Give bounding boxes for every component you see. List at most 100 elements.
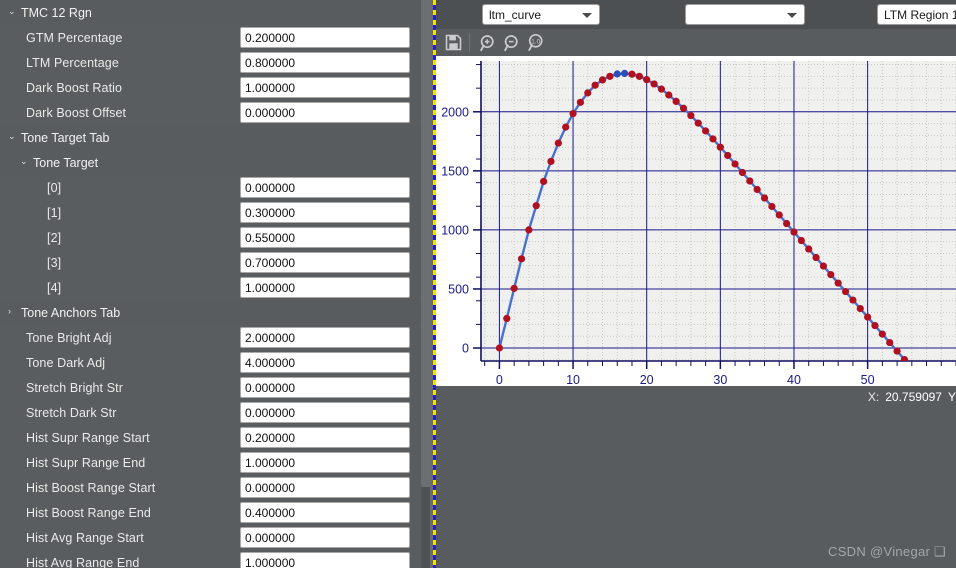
data-point-marker[interactable] (673, 98, 680, 105)
zoom-reset-button[interactable]: 1.0 (525, 31, 548, 54)
data-point-marker[interactable] (562, 124, 569, 131)
data-point-marker[interactable] (496, 344, 503, 351)
chevron-right-icon[interactable]: › (8, 307, 21, 316)
data-point-marker[interactable] (569, 110, 576, 117)
data-point-marker[interactable] (724, 152, 731, 159)
region-select[interactable]: LTM Region 1 (877, 4, 956, 25)
zoom-out-button[interactable] (500, 31, 523, 54)
secondary-select[interactable] (685, 4, 805, 25)
data-point-marker[interactable] (555, 139, 562, 146)
data-point-marker[interactable] (577, 99, 584, 106)
property-value-input[interactable] (240, 477, 410, 498)
data-point-marker[interactable] (621, 70, 628, 77)
data-point-marker[interactable] (849, 296, 856, 303)
data-point-marker[interactable] (739, 169, 746, 176)
data-point-marker[interactable] (680, 105, 687, 112)
data-point-marker[interactable] (592, 82, 599, 89)
data-point-marker[interactable] (709, 135, 716, 142)
data-point-marker[interactable] (540, 178, 547, 185)
data-point-marker[interactable] (893, 347, 900, 354)
property-value-input[interactable] (240, 427, 410, 448)
property-value-input[interactable] (240, 352, 410, 373)
property-panel: ⌄TMC 12 RgnGTM PercentageLTM PercentageD… (0, 0, 427, 568)
chevron-down-icon[interactable]: ⌄ (8, 7, 21, 16)
property-value-input[interactable] (240, 202, 410, 223)
property-value-input[interactable] (240, 552, 410, 568)
save-button[interactable] (442, 31, 465, 54)
property-value-input[interactable] (240, 177, 410, 198)
data-point-marker[interactable] (812, 254, 819, 261)
data-point-marker[interactable] (871, 322, 878, 329)
data-point-marker[interactable] (857, 305, 864, 312)
data-point-marker[interactable] (533, 202, 540, 209)
data-point-marker[interactable] (776, 211, 783, 218)
data-point-marker[interactable] (695, 120, 702, 127)
tree-group-row[interactable]: ⌄Tone Target Tab (0, 125, 427, 150)
data-point-marker[interactable] (614, 70, 621, 77)
data-point-marker[interactable] (835, 279, 842, 286)
property-value-input[interactable] (240, 377, 410, 398)
data-point-marker[interactable] (606, 73, 613, 80)
data-point-marker[interactable] (864, 313, 871, 320)
property-value-input[interactable] (240, 227, 410, 248)
data-point-marker[interactable] (879, 330, 886, 337)
chevron-down-icon[interactable]: ⌄ (20, 157, 33, 166)
data-point-marker[interactable] (768, 203, 775, 210)
tree-group-row[interactable]: ⌄Tone Target (0, 150, 427, 175)
data-point-marker[interactable] (503, 315, 510, 322)
plot-canvas[interactable]: 010203040500500100015002000 (436, 56, 956, 386)
property-value-input[interactable] (240, 27, 410, 48)
data-point-marker[interactable] (636, 73, 643, 80)
data-point-marker[interactable] (702, 127, 709, 134)
property-value-input[interactable] (240, 52, 410, 73)
curve-select[interactable]: ltm_curve (482, 4, 600, 25)
data-point-marker[interactable] (761, 194, 768, 201)
property-value-input[interactable] (240, 502, 410, 523)
property-row: Dark Boost Ratio (0, 75, 427, 100)
data-point-marker[interactable] (658, 86, 665, 93)
data-point-marker[interactable] (805, 245, 812, 252)
property-value-input[interactable] (240, 277, 410, 298)
data-point-marker[interactable] (820, 262, 827, 269)
data-point-marker[interactable] (798, 237, 805, 244)
data-point-marker[interactable] (842, 288, 849, 295)
property-value-input[interactable] (240, 327, 410, 348)
data-point-marker[interactable] (886, 339, 893, 346)
property-value-input[interactable] (240, 102, 410, 123)
curve-select-value: ltm_curve (489, 8, 541, 22)
data-point-marker[interactable] (717, 144, 724, 151)
property-label: [3] (0, 256, 61, 270)
data-point-marker[interactable] (643, 76, 650, 83)
data-point-marker[interactable] (783, 220, 790, 227)
property-row: Hist Boost Range End (0, 500, 427, 525)
data-point-marker[interactable] (827, 271, 834, 278)
data-point-marker[interactable] (518, 255, 525, 262)
x-tick-label: 30 (713, 373, 727, 386)
property-value-input[interactable] (240, 402, 410, 423)
data-point-marker[interactable] (599, 76, 606, 83)
zoom-in-button[interactable] (476, 31, 499, 54)
data-point-marker[interactable] (790, 228, 797, 235)
data-point-marker[interactable] (746, 177, 753, 184)
tree-group-row[interactable]: ⌄TMC 12 Rgn (0, 0, 427, 25)
data-point-marker[interactable] (650, 80, 657, 87)
tree-group-row[interactable]: ›Tone Anchors Tab (0, 300, 427, 325)
status-x-value: 20.759097 (879, 390, 942, 404)
data-point-marker[interactable] (665, 91, 672, 98)
property-label: Hist Supr Range End (0, 456, 145, 470)
data-point-marker[interactable] (754, 186, 761, 193)
data-point-marker[interactable] (687, 112, 694, 119)
data-point-marker[interactable] (525, 226, 532, 233)
property-row: Hist Boost Range Start (0, 475, 427, 500)
property-value-input[interactable] (240, 252, 410, 273)
data-point-marker[interactable] (584, 89, 591, 96)
property-value-input[interactable] (240, 77, 410, 98)
data-point-marker[interactable] (511, 285, 518, 292)
status-y-label: Y (942, 390, 956, 404)
data-point-marker[interactable] (731, 160, 738, 167)
property-value-input[interactable] (240, 527, 410, 548)
data-point-marker[interactable] (547, 158, 554, 165)
data-point-marker[interactable] (628, 71, 635, 78)
chevron-down-icon[interactable]: ⌄ (8, 132, 21, 141)
property-value-input[interactable] (240, 452, 410, 473)
